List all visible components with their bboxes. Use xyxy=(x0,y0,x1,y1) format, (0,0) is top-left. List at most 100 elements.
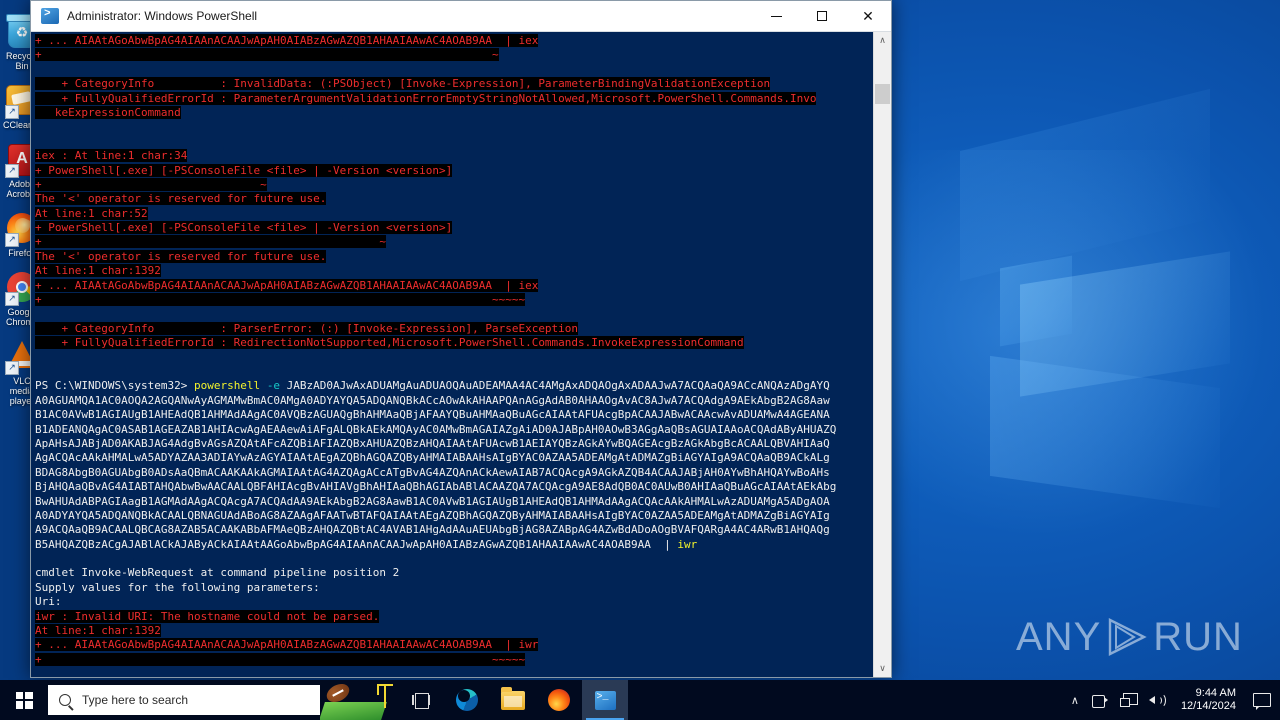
firefox-icon xyxy=(548,689,570,711)
network-icon xyxy=(1119,693,1138,707)
console-text: ~ xyxy=(41,235,386,249)
shortcut-overlay-icon: ↗ xyxy=(5,105,19,119)
console-line: + PowerShell[.exe] [-PSConsoleFile <file… xyxy=(35,163,873,178)
console-text: + xyxy=(35,293,42,307)
folder-icon xyxy=(501,686,525,710)
speaker-icon xyxy=(1148,693,1167,708)
console-text: A0ADYAYQA5ADQANQBkACAALQBNAGUAdABoAG8AZA… xyxy=(35,508,830,522)
search-input[interactable]: Type here to search xyxy=(82,693,188,707)
notifications-button[interactable] xyxy=(1244,680,1280,720)
tray-screen-recording[interactable] xyxy=(1085,680,1114,720)
minimize-icon xyxy=(770,15,782,17)
console-output[interactable]: + ... AIAAtAGoAbwBpAG4AIAAnACAAJwApAH0AI… xyxy=(31,32,873,677)
console-text: Supply values for the following paramete… xyxy=(35,580,320,594)
console-text: A9ACQAaQB9ACAALQBCAG8AZAB5ACAAKABbAFMAeQ… xyxy=(35,523,830,537)
console-line: + ~ xyxy=(35,235,873,249)
maximize-icon xyxy=(817,11,827,21)
console-line: + FullyQualifiedErrorId : ParameterArgum… xyxy=(35,91,873,106)
console-line: B5AHQAZQBzACgAJABlACkAJAByACkAIAAtAAGoAb… xyxy=(35,538,873,552)
console-line: + FullyQualifiedErrorId : RedirectionNot… xyxy=(35,336,873,350)
window-titlebar[interactable]: Administrator: Windows PowerShell ✕ xyxy=(31,1,891,32)
taskbar-item-file-explorer[interactable] xyxy=(490,680,536,720)
console-text: + ... AIAAtAGoAbwBpAG4AIAAnACAAJwApAH0AI… xyxy=(35,34,539,47)
console-line: Uri: xyxy=(35,595,873,609)
console-text: + PowerShell[.exe] [-PSConsoleFile <file… xyxy=(35,221,453,235)
window-title: Administrator: Windows PowerShell xyxy=(67,9,258,23)
scroll-up-button[interactable]: ∧ xyxy=(874,32,891,49)
show-hidden-icons-button[interactable]: ∧ xyxy=(1065,680,1085,720)
console-line: + ... AIAAtAGoAbwBpAG4AIAAnACAAJwApAH0AI… xyxy=(35,34,873,48)
close-icon: ✕ xyxy=(862,8,874,24)
console-line: PS C:\WINDOWS\system32> powershell -e JA… xyxy=(35,379,873,393)
console-text: + FullyQualifiedErrorId : RedirectionNot… xyxy=(35,336,744,350)
wallpaper-shape-1 xyxy=(1000,255,1072,347)
news-and-interests-widget[interactable] xyxy=(320,680,398,720)
console-text: ApAHsAJABjAD0AKABJAG4AdgBvAGsAZQAtAFcAZQ… xyxy=(35,436,830,450)
console-text: AgACQAcAAkAHMALwA5ADYAZAA3ADIAYwAzAGYAIA… xyxy=(35,451,830,465)
desktop[interactable]: ANY RUN Recycle Bin ↗ CCleaner ↗ xyxy=(0,0,1280,720)
taskbar-item-task-view[interactable] xyxy=(398,680,444,720)
console-text: ~~~~~ xyxy=(41,652,526,666)
console-text: Uri: xyxy=(35,595,62,609)
console-line: Supply values for the following paramete… xyxy=(35,581,873,595)
console-text: ~~~~~ xyxy=(41,293,526,307)
console-text: B5AHQAZQBzACgAJABlACkAJAByACkAIAAtAAGoAb… xyxy=(35,537,651,551)
console-text: The '<' operator is reserved for future … xyxy=(35,249,327,263)
console-text: iwr : Invalid URI: The hostname could no… xyxy=(35,609,380,623)
console-text: + FullyQualifiedErrorId : ParameterArgum… xyxy=(35,91,817,105)
console-line: + ~ xyxy=(35,48,873,62)
taskbar[interactable]: Type here to search ∧ xyxy=(0,680,1280,720)
powershell-window[interactable]: Administrator: Windows PowerShell ✕ + ..… xyxy=(30,0,892,678)
tray-volume[interactable] xyxy=(1143,680,1173,720)
clock-time: 9:44 AM xyxy=(1195,687,1236,699)
close-button[interactable]: ✕ xyxy=(845,1,891,31)
console-line: + ... AIAAtAGoAbwBpAG4AIAAnACAAJwApAH0AI… xyxy=(35,278,873,293)
taskbar-item-microsoft-edge[interactable] xyxy=(444,680,490,720)
console-text: iex : At line:1 char:34 xyxy=(35,149,188,163)
shortcut-overlay-icon: ↗ xyxy=(5,233,19,247)
console-line: At line:1 char:1392 xyxy=(35,264,873,278)
powershell-icon xyxy=(41,8,59,24)
console-text: BDAG8AbgB0AGUAbgB0ADsAaQBmACAAKAAkAGMAIA… xyxy=(35,465,830,479)
console-text: A0AGUAMQA1AC0AOQA2AGQANwAyAGMAMwBmAC0AMg… xyxy=(35,393,830,407)
wallpaper-shape-4 xyxy=(960,88,1210,282)
console-line: A0AGUAMQA1AC0AOQA2AGQANwAyAGMAMwBmAC0AMg… xyxy=(35,394,873,408)
console-text: At line:1 char:1392 xyxy=(35,264,161,278)
start-button[interactable] xyxy=(0,680,48,720)
minimize-button[interactable] xyxy=(753,1,799,31)
system-tray: ∧ 9:44 AM 12/14/2024 xyxy=(1065,680,1280,720)
taskbar-item-firefox[interactable] xyxy=(536,680,582,720)
console-text: iwr xyxy=(677,537,698,551)
scrollbar-thumb[interactable] xyxy=(875,84,890,104)
taskbar-search-box[interactable]: Type here to search xyxy=(48,685,320,715)
wallpaper-shape-3 xyxy=(990,355,1220,509)
console-line: + ~ xyxy=(35,177,873,192)
console-scrollbar[interactable]: ∧ ∨ xyxy=(873,32,891,677)
console-line: + CategoryInfo : InvalidData: (:PSObject… xyxy=(35,77,873,91)
console-text: BjAHQAaQBvAG4AIABTAHQAbwBwAACAALQBFAHIAc… xyxy=(35,480,837,494)
console-text: At line:1 char:52 xyxy=(35,206,148,220)
console-line: BjAHQAaQBvAG4AIABTAHQAbwBwAACAALQBFAHIAc… xyxy=(35,480,873,494)
console-line: + ~~~~~ xyxy=(35,652,873,667)
taskbar-item-windows-powershell[interactable] xyxy=(582,680,628,720)
chevron-up-icon: ∧ xyxy=(1070,694,1079,707)
console-text: + PowerShell[.exe] [-PSConsoleFile <file… xyxy=(35,163,453,177)
taskbar-clock[interactable]: 9:44 AM 12/14/2024 xyxy=(1173,680,1244,720)
wallpaper-shape-2 xyxy=(1020,251,1230,397)
console-text: + CategoryInfo : ParserError: (:) [Invok… xyxy=(35,321,579,335)
console-text: B1ADEANQAgAC0ASAB1AGEAZAB1AHIAcwAgAEAAew… xyxy=(35,422,837,436)
scroll-down-button[interactable]: ∨ xyxy=(874,660,891,677)
console-line: cmdlet Invoke-WebRequest at command pipe… xyxy=(35,566,873,580)
play-triangle-icon xyxy=(1109,618,1147,656)
windows-logo-icon xyxy=(15,691,33,709)
maximize-button[interactable] xyxy=(799,1,845,31)
console-text: + ... AIAAtAGoAbwBpAG4AIAAnACAAJwApAH0AI… xyxy=(35,278,539,292)
console-text: + xyxy=(35,177,42,191)
console-line: keExpressionCommand xyxy=(35,105,873,120)
tray-network[interactable] xyxy=(1114,680,1143,720)
console-line: AgACQAcAAkAHMALwA5ADYAZAA3ADIAYwAzAGYAIA… xyxy=(35,451,873,465)
